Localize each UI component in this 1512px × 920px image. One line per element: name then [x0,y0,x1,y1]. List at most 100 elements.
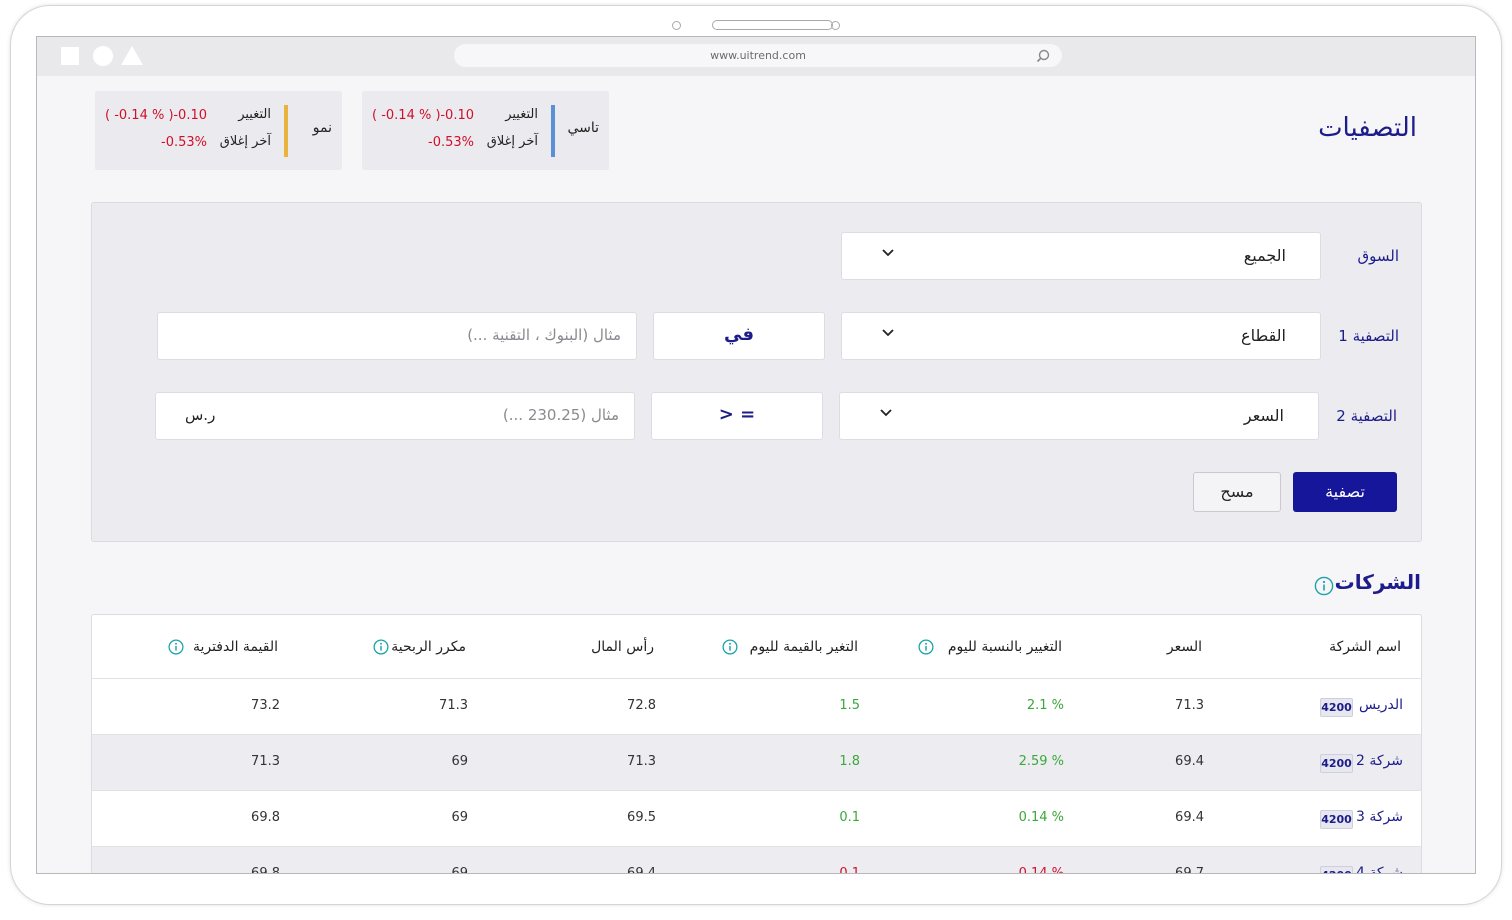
filter2-field-select[interactable]: السعر [839,392,1319,440]
ticker-name: نمو [312,120,332,136]
company-name-link[interactable]: شركة 3 [1356,809,1403,825]
change-percent-cell: 2.1 % [1026,698,1064,713]
filter2-label: التصفية 2 [1336,407,1397,425]
info-icon[interactable] [722,639,738,655]
clear-button[interactable]: مسح [1193,472,1281,512]
browser-screen: www.uitrend.com التصفيات تاسي التغيير آخ… [36,36,1476,874]
price-cell: 69.4 [1175,754,1204,769]
market-label: السوق [1357,247,1399,265]
col-price[interactable]: السعر [1167,639,1202,655]
ticker-change-label: التغيير [505,107,538,122]
filter1-operator: في [724,324,754,345]
col-change-value[interactable]: التغير بالقيمة لليوم [750,639,858,655]
company-name-link[interactable]: شركة 4 [1356,865,1403,873]
change-value-cell: 0.1 [839,810,860,825]
square-icon[interactable] [61,47,79,65]
apply-filter-button[interactable]: تصفية [1293,472,1397,512]
ticker-change-percent: ( -0.14 % ) [105,108,174,123]
change-value-cell: 0.1 [839,866,860,874]
speaker-slot [712,20,833,30]
capital-cell: 69.5 [627,810,656,825]
ticker-change-value: -0.10 [173,108,207,123]
market-selected: الجميع [1243,246,1286,265]
filter2-value-input[interactable]: مثال (230.25 ...) ر.س [155,392,635,440]
change-percent-cell: 2.59 % [1018,754,1064,769]
filter2-placeholder: مثال (230.25 ...) [502,406,619,424]
price-cell: 71.3 [1175,698,1204,713]
filter1-label: التصفية 1 [1338,327,1399,345]
ticker-last-close-value: -0.53% [161,135,207,150]
company-code-badge: 4200 [1320,754,1353,773]
search-icon[interactable] [1036,49,1050,63]
ticker-card-nomu[interactable]: نمو التغيير آخر إغلاق -0.10 -0.53% ( -0.… [95,91,342,170]
pe-cell: 69 [451,754,468,769]
price-cell: 69.4 [1175,810,1204,825]
filter2-operator-select[interactable]: > = [651,392,823,440]
change-percent-cell: 0.14 % [1018,810,1064,825]
browser-toolbar: www.uitrend.com [37,37,1475,76]
ticker-card-tasi[interactable]: تاسي التغيير آخر إغلاق -0.10 -0.53% ( -0… [362,91,609,170]
ticker-accent-bar [284,105,288,157]
filter2-operator: > = [718,404,756,425]
filter1-field-select[interactable]: القطاع [841,312,1321,360]
company-code-badge: 4200 [1320,810,1353,829]
info-icon[interactable] [918,639,934,655]
col-pe-ratio[interactable]: مكرر الربحية [391,639,466,655]
camera-dot [672,21,681,30]
col-book-value[interactable]: القيمة الدفترية [193,639,278,655]
chevron-down-icon [880,409,892,417]
address-url: www.uitrend.com [710,49,806,62]
pe-cell: 71.3 [439,698,468,713]
filter2-selected: السعر [1243,406,1284,425]
price-cell: 69.7 [1175,866,1204,874]
ticker-accent-bar [551,105,555,157]
capital-cell: 71.3 [627,754,656,769]
company-name-link[interactable]: الدريس [1359,697,1403,713]
currency-unit: ر.س [185,406,216,424]
table-row[interactable]: شركة 3 4200 69.4 0.14 % 0.1 69.5 69 69.8 [92,790,1421,846]
pe-cell: 69 [451,810,468,825]
capital-cell: 69.4 [627,866,656,874]
chevron-down-icon [882,249,894,257]
ticker-last-close-value: -0.53% [428,135,474,150]
ticker-name: تاسي [567,120,599,136]
triangle-icon[interactable] [121,46,143,65]
info-icon[interactable] [1314,576,1334,596]
info-icon[interactable] [373,639,389,655]
pe-cell: 69 [451,866,468,874]
address-bar[interactable]: www.uitrend.com [454,44,1062,67]
col-capital[interactable]: رأس المال [591,639,654,655]
change-percent-cell: 0.14 % [1018,866,1064,874]
market-select[interactable]: الجميع [841,232,1321,280]
company-code-badge: 4200 [1320,866,1353,873]
filter-panel: السوق الجميع التصفية 1 القطاع في مثال (ا… [91,202,1422,542]
change-value-cell: 1.5 [839,698,860,713]
ticker-change-value: -0.10 [440,108,474,123]
book-value-cell: 71.3 [251,754,280,769]
book-value-cell: 73.2 [251,698,280,713]
col-change-percent[interactable]: التغيير بالنسبة لليوم [948,639,1062,655]
company-name-link[interactable]: شركة 2 [1356,753,1403,769]
companies-table: اسم الشركة السعر التغيير بالنسبة لليوم ا… [91,614,1422,874]
ticker-last-close-label: آخر إغلاق [486,134,538,149]
filter1-placeholder: مثال (البنوك ، التقنية ...) [467,326,621,344]
book-value-cell: 69.8 [251,866,280,874]
table-row[interactable]: الدريس 4200 71.3 2.1 % 1.5 72.8 71.3 73.… [92,678,1421,734]
page-title: التصفيات [1318,113,1417,143]
col-company-name[interactable]: اسم الشركة [1329,639,1401,655]
table-row[interactable]: شركة 2 4200 69.4 2.59 % 1.8 71.3 69 71.3 [92,734,1421,790]
book-value-cell: 69.8 [251,810,280,825]
capital-cell: 72.8 [627,698,656,713]
chevron-down-icon [882,329,894,337]
circle-icon[interactable] [93,46,113,66]
ticker-change-label: التغيير [238,107,271,122]
companies-title: الشركات [1334,570,1421,594]
filter1-value-input[interactable]: مثال (البنوك ، التقنية ...) [157,312,637,360]
ticker-last-close-label: آخر إغلاق [219,134,271,149]
table-row[interactable]: شركة 4 4200 69.7 0.14 % 0.1 69.4 69 69.8 [92,846,1421,874]
sensor-dot [831,21,840,30]
ticker-change-percent: ( -0.14 % ) [372,108,441,123]
filter1-operator-select[interactable]: في [653,312,825,360]
info-icon[interactable] [168,639,184,655]
company-code-badge: 4200 [1320,698,1353,717]
